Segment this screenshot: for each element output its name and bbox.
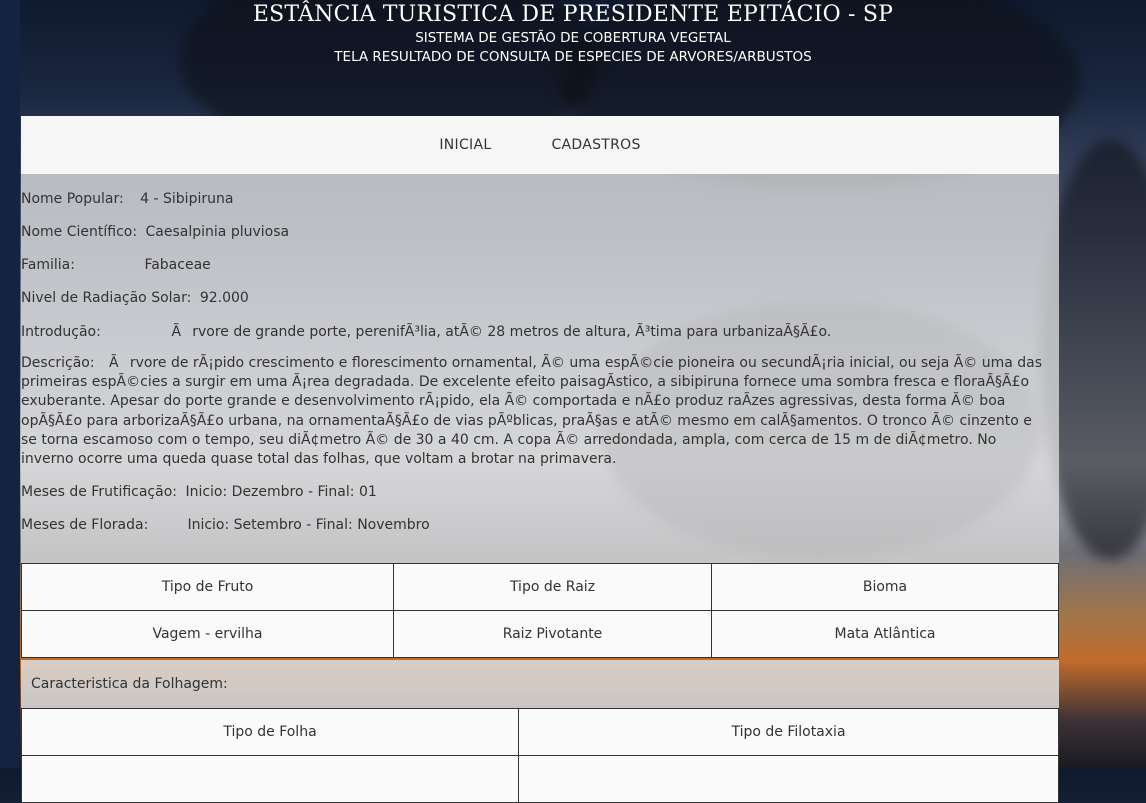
frutificacao-label: Meses de Frutificação: [21,484,177,500]
radiacao-value: 92.000 [199,290,249,306]
table-header-row: Tipo de Fruto Tipo de Raiz Bioma [21,563,1059,611]
screen-subtitle: TELA RESULTADO DE CONSULTA DE ESPECIES D… [334,49,812,65]
cell-bioma: Mata Atlântica [711,610,1059,658]
characteristics-table: Tipo de Fruto Tipo de Raiz Bioma Vagem -… [21,563,1059,658]
familia-value: Fabaceae [144,257,211,273]
header-tipo-raiz: Tipo de Raiz [393,563,712,611]
page-title: ESTÂNCIA TURISTICA DE PRESIDENTE EPITÁCI… [252,2,894,27]
nome-cientifico-value: Caesalpinia pluviosa [145,224,290,240]
radiacao-row: Nivel de Radiação Solar: 92.000 [21,290,249,306]
nav-cadastros-link[interactable]: CADASTROS [551,137,640,153]
familia-label: Familia: [21,257,75,273]
descricao-value: Ãrvore de rÃ¡pido crescimento e floresc… [21,355,1043,468]
header-tipo-fruto: Tipo de Fruto [21,563,394,611]
nome-popular-row: Nome Popular: 4 - Sibipiruna [21,191,233,207]
descricao-label: Descrição: [21,355,95,371]
folhagem-section-header: Caracteristica da Folhagem: [21,660,1059,708]
nome-cientifico-label: Nome Científico: [21,224,138,240]
introducao-value: Ãrvore de grande porte, perenifÃ³lia, a… [171,324,832,340]
header-tipo-folha: Tipo de Folha [21,708,519,756]
introducao-row: Introdução: Ãrvore de grande porte, per… [21,323,831,341]
nome-popular-value: 4 - Sibipiruna [140,191,234,207]
descricao-row: Descrição: Ãrvore de rÃ¡pido cresciment… [21,354,1051,469]
table-row: Vagem - ervilha Raiz Pivotante Mata Atlâ… [21,610,1059,658]
top-navbar: INICIAL CADASTROS [21,116,1059,174]
cell-tipo-fruto: Vagem - ervilha [21,610,394,658]
florada-label: Meses de Florada: [21,517,149,533]
florada-value: Inicio: Setembro - Final: Novembro [187,517,430,533]
table-row [21,755,1059,803]
cell-tipo-filotaxia [518,755,1059,803]
frutificacao-row: Meses de Frutificação: Inicio: Dezembro … [21,484,377,500]
folhagem-table: Tipo de Folha Tipo de Filotaxia [21,708,1059,803]
folhagem-label: Caracteristica da Folhagem: [31,676,228,692]
frutificacao-value: Inicio: Dezembro - Final: 01 [185,484,377,500]
florada-row: Meses de Florada: Inicio: Setembro - Fin… [21,517,430,533]
radiacao-label: Nivel de Radiação Solar: [21,290,192,306]
header-tipo-filotaxia: Tipo de Filotaxia [518,708,1059,756]
page-header: ESTÂNCIA TURISTICA DE PRESIDENTE EPITÁCI… [0,0,1146,116]
familia-row: Familia: Fabaceae [21,257,211,273]
cell-tipo-folha [21,755,519,803]
introducao-label: Introdução: [21,324,101,340]
species-details-panel: Nome Popular: 4 - Sibipiruna Nome Cientí… [21,174,1059,564]
nome-cientifico-row: Nome Científico: Caesalpinia pluviosa [21,224,289,240]
cell-tipo-raiz: Raiz Pivotante [393,610,712,658]
nav-inicial-link[interactable]: INICIAL [439,137,491,153]
folhagem-header-row: Tipo de Folha Tipo de Filotaxia [21,708,1059,756]
nome-popular-label: Nome Popular: [21,191,124,207]
system-subtitle: SISTEMA DE GESTÃO DE COBERTURA VEGETAL [415,30,731,46]
header-bioma: Bioma [711,563,1059,611]
